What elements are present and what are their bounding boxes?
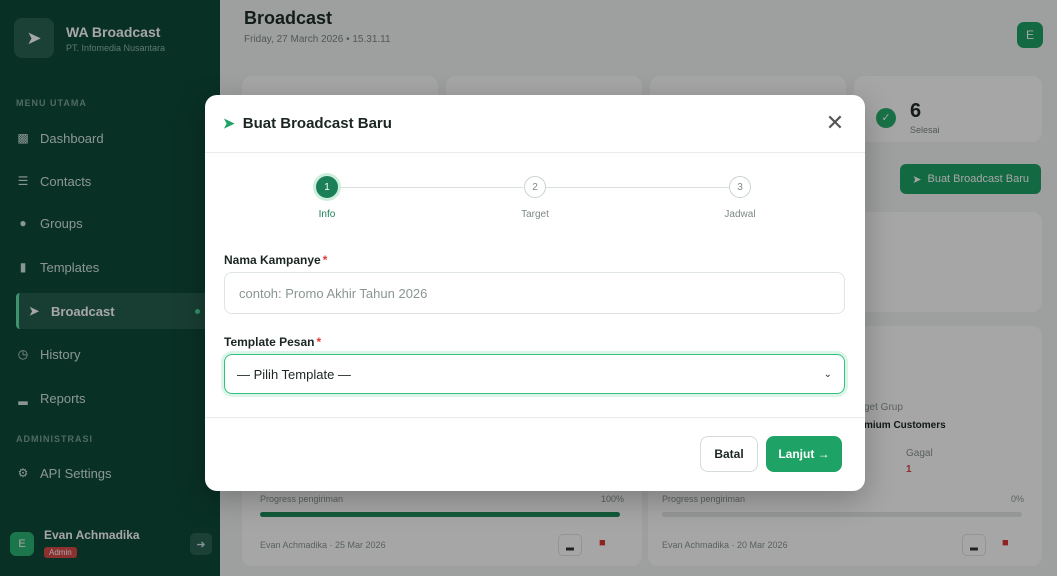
- step-2[interactable]: 2: [524, 176, 546, 198]
- step-1[interactable]: 1: [316, 176, 338, 198]
- modal-divider: [205, 417, 865, 418]
- modal-title: ➤ Buat Broadcast Baru: [223, 115, 392, 132]
- stepper: 1 2 3 Info Target Jadwal: [205, 175, 865, 225]
- step-connector: [546, 187, 729, 188]
- template-select-value: — Pilih Template —: [237, 366, 351, 382]
- campaign-name-label: Nama Kampanye *: [224, 253, 327, 267]
- required-mark: *: [322, 253, 328, 267]
- template-label: Template Pesan *: [224, 335, 321, 349]
- chevron-down-icon: ⌄: [823, 368, 832, 380]
- step-3[interactable]: 3: [729, 176, 751, 198]
- step-label-target: Target: [521, 209, 549, 220]
- new-broadcast-modal: ➤ Buat Broadcast Baru ✕ 1 2 3 Info Targe…: [205, 95, 865, 491]
- step-label-info: Info: [318, 209, 336, 220]
- step-connector: [338, 187, 523, 188]
- close-icon[interactable]: ✕: [821, 109, 849, 137]
- template-select[interactable]: — Pilih Template — ⌄: [224, 354, 845, 394]
- next-button[interactable]: Lanjut →: [766, 436, 842, 472]
- modal-header: ➤ Buat Broadcast Baru ✕: [205, 95, 865, 153]
- template-label-text: Template Pesan: [224, 335, 315, 349]
- modal-title-text: Buat Broadcast Baru: [242, 115, 392, 132]
- required-mark: *: [316, 335, 322, 349]
- send-icon: ➤: [223, 115, 235, 131]
- campaign-name-label-text: Nama Kampanye: [224, 253, 321, 267]
- step-label-schedule: Jadwal: [724, 209, 756, 220]
- campaign-name-input[interactable]: contoh: Promo Akhir Tahun 2026: [224, 272, 845, 314]
- cancel-button[interactable]: Batal: [700, 436, 758, 472]
